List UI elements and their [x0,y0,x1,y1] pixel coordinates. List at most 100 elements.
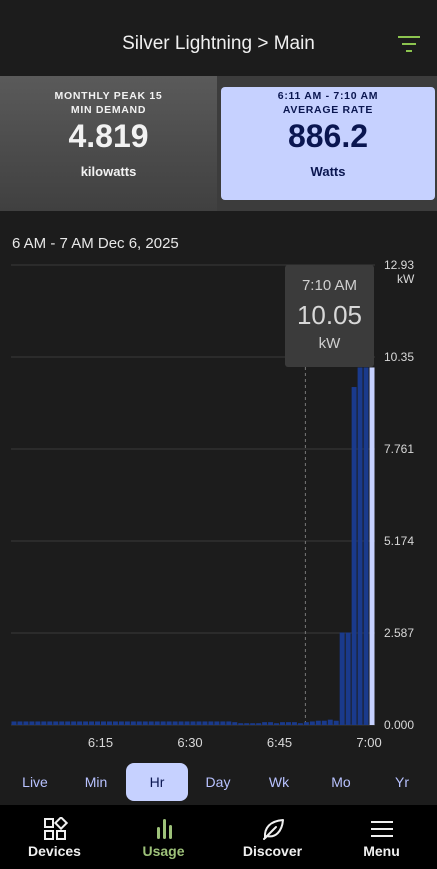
tooltip-time: 7:10 AM [301,277,358,294]
monthly-peak-card[interactable]: MONTHLY PEAK 15 MIN DEMAND 4.819 kilowat… [0,76,217,211]
chart-bar [11,721,17,725]
chart-bar [190,721,196,725]
chart-bar [232,722,238,725]
chart-bar [23,721,29,725]
average-rate-label-line2: AVERAGE RATE [282,104,374,116]
chart-bar [29,721,35,725]
chart-bar [130,721,136,725]
period-hr[interactable]: Hr [126,763,188,801]
monthly-peak-unit: kilowatts [80,164,137,179]
chart-bar-selected [369,367,375,725]
page-title: Silver Lightning > Main [122,33,315,54]
chart-bar [71,721,77,725]
chart-bar [309,721,315,725]
nav-devices[interactable]: Devices [0,805,109,869]
tooltip-unit: kW [318,335,341,352]
average-rate-card[interactable]: 6:11 AM - 7:10 AM AVERAGE RATE 886.2 Wat… [221,87,435,200]
y-tick-label: 5.174 [384,534,414,548]
y-tick-label: 2.587 [384,626,414,640]
nav-usage[interactable]: Usage [109,805,218,869]
chart-bar [95,721,101,725]
chart-tooltip: 7:10 AM 10.05 kW [285,265,374,367]
chart-bar [53,721,59,725]
chart-bar [101,721,106,725]
chart-bar [363,367,369,725]
bottom-nav: Devices Usage Discover Menu [0,805,437,869]
period-yr[interactable]: Yr [371,763,433,801]
chart-bar [35,721,41,725]
chart-bar [118,721,124,725]
chart-bar [65,721,71,725]
filter-button[interactable] [397,33,421,55]
chart-bar [285,722,291,725]
chart-bar [47,721,53,725]
period-day[interactable]: Day [187,763,249,801]
chart-bar [17,721,23,725]
period-mo[interactable]: Mo [310,763,372,801]
nav-menu[interactable]: Menu [327,805,436,869]
chart-bar [124,721,130,725]
chart-bar [256,723,262,725]
chart-bar [280,722,285,725]
usage-chart-area[interactable]: 6 AM - 7 AM Dec 6, 2025 12.93 kW 10.35 7.76… [0,211,437,759]
chart-bar [202,721,208,725]
chart-bar [160,721,166,725]
monthly-peak-label: MONTHLY PEAK 15 MIN DEMAND [0,89,217,117]
x-tick-label: 7:00 [356,735,381,750]
average-rate-time-range: 6:11 AM - 7:10 AM [277,90,379,102]
x-tick-label: 6:15 [88,735,113,750]
period-selector: Live Min Hr Day Wk Mo Yr [0,759,437,805]
chart-bar [238,723,244,725]
chart-bar [196,721,202,725]
tooltip-value: 10.05 [296,300,363,330]
chart-bar [321,720,327,725]
chart-bar [244,723,250,725]
monthly-peak-label-line1: MONTHLY PEAK 15 [54,90,163,102]
chart-bar [148,721,154,725]
period-min[interactable]: Min [65,763,127,801]
chart-bar [41,721,47,725]
y-tick-label: 12.93 [384,258,414,272]
devices-icon [44,817,68,840]
chart-bar [214,721,220,725]
chart-bar [303,722,309,725]
chart-bar [327,719,333,725]
chart-bar [333,720,339,725]
monthly-peak-label-line2: MIN DEMAND [70,104,147,116]
y-axis-unit: kW [397,272,415,286]
nav-usage-label: Usage [142,843,185,859]
chart-bar [345,632,351,725]
chart-bar [154,721,160,725]
chart-bar [136,721,142,725]
chart-bar [166,721,172,725]
period-wk[interactable]: Wk [248,763,310,801]
y-tick-label: 7.761 [384,442,414,456]
y-tick-label: 0.000 [384,718,414,732]
usage-icon [157,819,172,839]
average-rate-unit: Watts [310,164,346,179]
app-header: Silver Lightning > Main [0,0,437,76]
chart-bar [184,721,190,725]
chart-bar [142,721,148,725]
period-live[interactable]: Live [4,763,66,801]
chart-bar [178,721,184,725]
chart-bar [262,722,268,725]
chart-bar [351,387,357,725]
chart-bar [89,721,95,725]
nav-menu-label: Menu [363,843,400,859]
leaf-icon [263,819,284,840]
summary-cards: MONTHLY PEAK 15 MIN DEMAND 4.819 kilowat… [0,76,437,211]
chart-bar [83,721,89,725]
average-rate-value: 886.2 [287,118,369,154]
chart-bar [291,722,297,725]
x-tick-label: 6:30 [177,735,202,750]
nav-discover[interactable]: Discover [218,805,327,869]
nav-discover-label: Discover [242,843,303,859]
chart-bar [339,632,345,725]
chart-bar [59,721,65,725]
menu-icon [371,821,393,837]
chart-bar [297,723,303,725]
chart-bar [268,722,274,725]
chart-bar [220,721,226,725]
chart-bar [315,720,321,725]
